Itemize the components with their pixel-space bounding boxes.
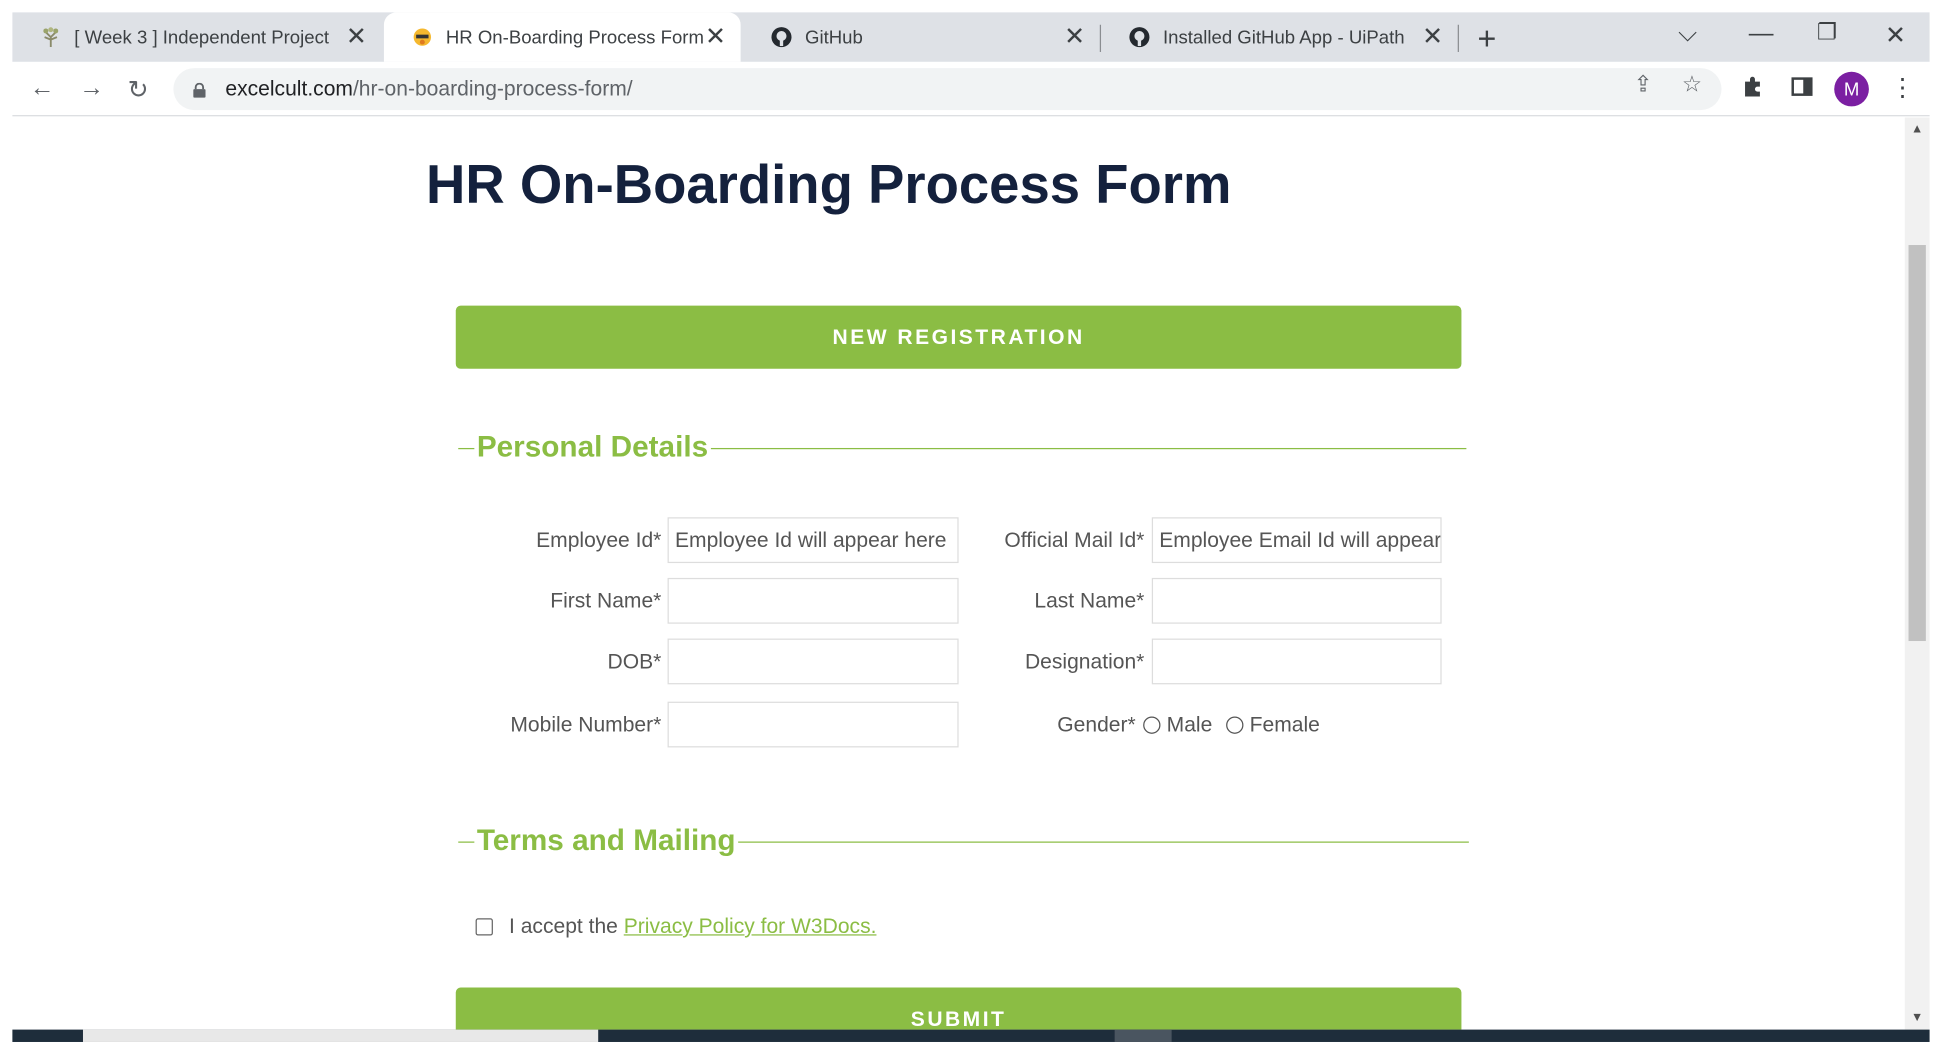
tab-title: [ Week 3 ] Independent Project [74,26,330,48]
menu-kebab-icon[interactable]: ⋮ [1890,72,1915,103]
page-scrollbar[interactable]: ▲ ▼ [1904,117,1930,1030]
legend-line [458,840,475,843]
back-arrow-icon[interactable]: ← [30,74,55,102]
share-icon[interactable]: ⇪ [1634,72,1653,98]
tab-github-app[interactable]: Installed GitHub App - UiPath ✕ [1101,12,1458,61]
first-name-field[interactable] [667,577,959,624]
scroll-down-arrow-icon[interactable]: ▼ [1911,1011,1923,1025]
taskbar-strip [82,1029,599,1042]
tab-title: GitHub [805,26,863,48]
close-icon[interactable]: ✕ [1064,25,1085,50]
dob-label: DOB* [607,649,662,674]
url-text: excelcult.com/hr-on-boarding-process-for… [225,77,632,102]
terms-mailing-legend: Terms and Mailing [458,823,1469,860]
section-heading: Personal Details [476,430,709,465]
reload-icon[interactable]: ↻ [128,74,149,105]
taskbar-block [1114,1029,1172,1042]
page-title: HR On-Boarding Process Form [426,154,1232,216]
personal-details-legend: Personal Details [458,429,1467,466]
tab-title: Installed GitHub App - UiPath [1162,26,1405,48]
gender-label: Gender* [1057,712,1136,737]
new-registration-button[interactable]: NEW REGISTRATION [455,305,1462,369]
bookmark-star-icon[interactable]: ☆ [1682,72,1702,98]
lock-icon [193,82,206,98]
gender-male-radio[interactable] [1143,716,1161,734]
scroll-up-arrow-icon[interactable]: ▲ [1911,123,1923,137]
side-panel-icon[interactable] [1791,75,1813,103]
legend-line [710,447,1467,449]
tab-search-chevron-icon[interactable]: ⌵ [1678,20,1697,48]
gender-female-label: Female [1249,712,1320,737]
taskbar [12,1029,1930,1042]
new-tab-plus-icon[interactable]: + [1478,20,1497,58]
gender-female-radio[interactable] [1226,716,1244,734]
url-path: /hr-on-boarding-process-form/ [352,76,633,101]
tab-separator [1457,24,1459,52]
accept-privacy-checkbox[interactable] [475,918,493,936]
designation-label: Designation* [1024,649,1145,674]
browser-toolbar: ← → ↻ excelcult.com/hr-on-boarding-proce… [12,61,1930,117]
employee-id-field[interactable]: Employee Id will appear here [667,517,959,564]
minimize-icon[interactable]: — [1749,20,1774,48]
dob-field[interactable] [667,638,959,685]
close-icon[interactable]: ✕ [346,25,367,50]
forward-arrow-icon[interactable]: → [79,74,104,102]
close-icon[interactable]: ✕ [705,25,726,50]
legend-line [738,840,1469,843]
first-name-label: First Name* [550,589,662,613]
official-mail-label: Official Mail Id* [1004,528,1145,552]
tab-strip: [ Week 3 ] Independent Project ✕ HR On-B… [12,12,1930,62]
section-heading: Terms and Mailing [476,824,736,858]
privacy-policy-link[interactable]: Privacy Policy for W3Docs. [624,915,877,939]
scrollbar-thumb[interactable] [1908,245,1926,642]
profile-avatar[interactable]: M [1834,71,1869,107]
browser-window: [ Week 3 ] Independent Project ✕ HR On-B… [0,0,1942,1042]
tab-github[interactable]: GitHub ✕ [743,12,1100,61]
github-icon [1128,26,1150,48]
tree-icon [40,26,62,48]
window-close-icon[interactable]: ✕ [1885,20,1906,51]
employee-id-label: Employee Id* [536,528,662,552]
mobile-number-label: Mobile Number* [510,712,662,737]
tab-hr-form[interactable]: HR On-Boarding Process Form – ✕ [383,12,741,62]
accept-label: I accept the [509,914,618,939]
last-name-field[interactable] [1151,577,1442,624]
gender-male-label: Male [1166,712,1213,737]
address-bar[interactable]: excelcult.com/hr-on-boarding-process-for… [173,68,1722,111]
submit-button[interactable]: SUBMIT [455,987,1462,1030]
restore-icon[interactable]: ❐ [1817,20,1837,46]
excelcult-icon [411,26,433,48]
extensions-puzzle-icon[interactable] [1741,75,1763,103]
mobile-number-field[interactable] [667,701,959,748]
last-name-label: Last Name* [1034,589,1145,613]
tab-title: HR On-Boarding Process Form – [445,26,706,48]
tab-week3-project[interactable]: [ Week 3 ] Independent Project ✕ [12,12,381,61]
web-page: HR On-Boarding Process Form NEW REGISTRA… [12,117,1905,1030]
official-mail-field[interactable]: Employee Email Id will appear [1151,517,1442,564]
url-domain: excelcult.com [225,76,353,101]
designation-field[interactable] [1151,638,1442,685]
accept-text: I accept the Privacy Policy for W3Docs. [509,915,876,940]
github-icon [770,26,792,48]
legend-line [458,447,475,449]
close-icon[interactable]: ✕ [1422,25,1443,50]
